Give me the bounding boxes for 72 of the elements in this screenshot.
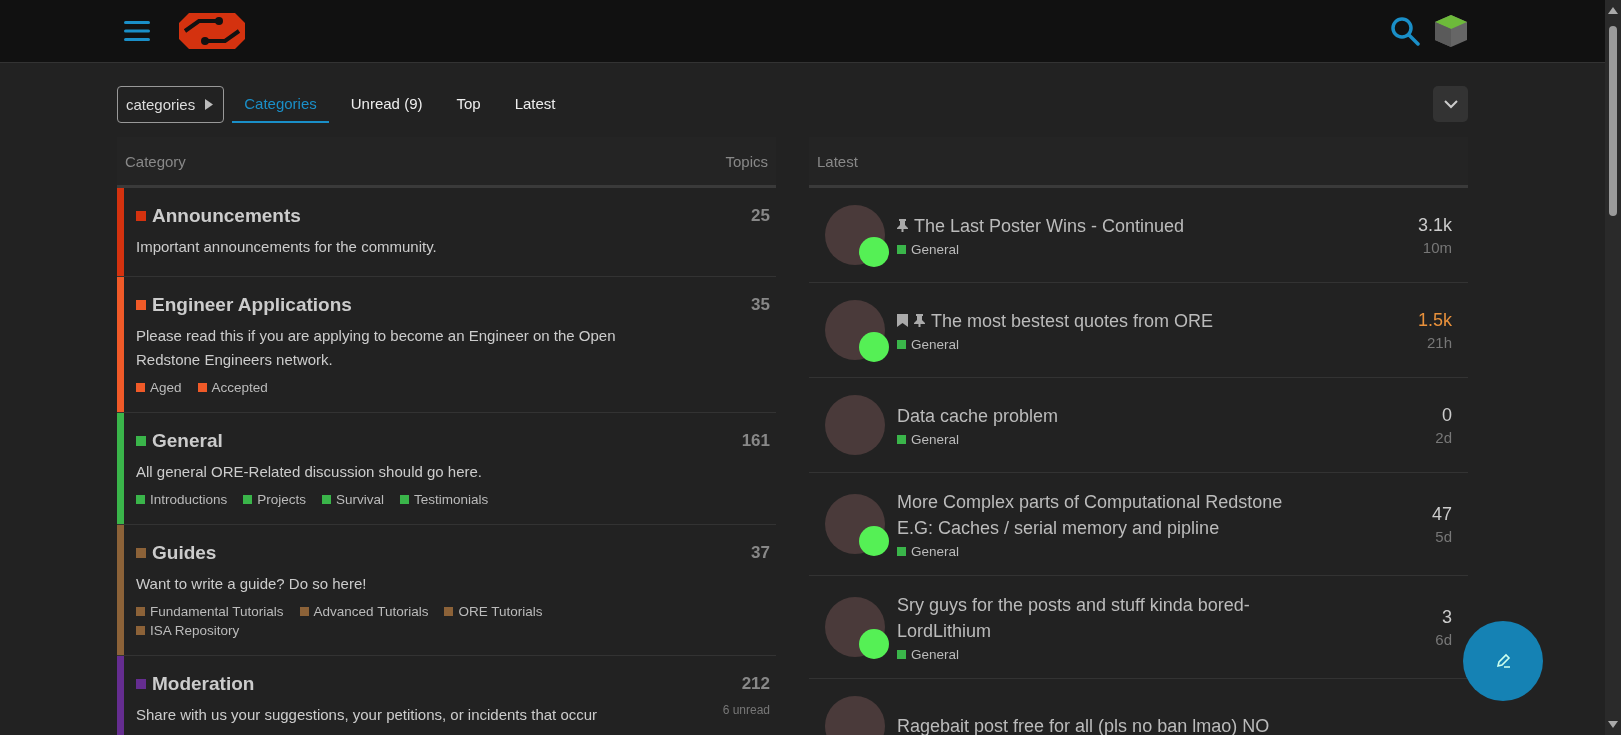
- category-title[interactable]: Engineer Applications: [152, 294, 352, 316]
- activity-time: 6d: [1435, 630, 1452, 648]
- category-link[interactable]: General: [911, 242, 960, 257]
- topic-title[interactable]: Sry guys for the posts and stuff kinda bored-LordLithium: [897, 592, 1317, 644]
- nav-tab[interactable]: Categories: [232, 85, 329, 123]
- topic-title[interactable]: Ragebait post free for all (pls no ban lmao) NO: [897, 713, 1270, 735]
- subcategory-link[interactable]: Introductions: [150, 492, 228, 507]
- reply-count: 47: [1431, 503, 1452, 525]
- category-description: All general ORE-Related discussion should go here.: [136, 462, 483, 482]
- subcategory-link[interactable]: Aged: [150, 380, 182, 395]
- column-header: Topics: [725, 152, 768, 170]
- topic-title[interactable]: Data cache problem: [897, 403, 1059, 429]
- category-title[interactable]: Guides: [152, 542, 217, 564]
- category-link[interactable]: General: [911, 647, 960, 662]
- category-title[interactable]: Announcements: [152, 205, 301, 227]
- subcategory-link[interactable]: ORE Tutorials: [458, 604, 543, 619]
- category-description: Want to write a guide? Do so here!: [136, 574, 367, 594]
- nav-tab[interactable]: Latest: [502, 85, 568, 123]
- activity-time: 2d: [1435, 428, 1452, 446]
- subcategory-link[interactable]: Survival: [336, 492, 385, 507]
- category-dropdown[interactable]: categories: [117, 85, 225, 123]
- unread-count[interactable]: 6 unread: [722, 703, 776, 717]
- topic-count: 37: [751, 543, 771, 563]
- topic-title[interactable]: The Last Poster Wins - Continued: [914, 213, 1185, 239]
- category-row[interactable]: Guides 37 Want to write a guide? Do so here! Fundamental Tutorials Advanced Tutorials ORE Tutorials ISA Repository: [117, 525, 776, 656]
- chevron-down-icon: [1443, 99, 1458, 109]
- activity-time: 21h: [1425, 333, 1452, 351]
- column-header: Latest: [817, 152, 858, 170]
- reply-count: 3.1k: [1417, 214, 1452, 236]
- scrollbar[interactable]: [1605, 0, 1621, 735]
- nav-tab[interactable]: Unread (9): [338, 85, 435, 123]
- category-description: Important announcements for the community.: [136, 237, 437, 257]
- scrollbar-thumb[interactable]: [1609, 26, 1617, 216]
- topic-title[interactable]: More Complex parts of Computational Redstone E.G: Caches / serial memory and pipline: [897, 489, 1317, 541]
- subcategory-link[interactable]: Fundamental Tutorials: [150, 604, 284, 619]
- activity-time: 10m: [1421, 238, 1452, 256]
- topic-count: 25: [751, 206, 771, 226]
- subcategory-link[interactable]: ISA Repository: [150, 623, 240, 638]
- subcategory-link[interactable]: Advanced Tutorials: [313, 604, 429, 619]
- category-row[interactable]: Engineer Applications 35 Please read this if you are applying to become an Engineer on the Open Redstone Engineers network. Aged Accepted: [117, 277, 776, 413]
- expand-button[interactable]: [1433, 86, 1468, 122]
- category-description: Share with us your suggestions, your petitions, or incidents that occur: [136, 705, 598, 725]
- topic-count: 161: [741, 431, 771, 451]
- column-header: Category: [125, 152, 186, 170]
- category-row[interactable]: Moderation 212 Share with us your suggestions, your petitions, or incidents that occur 6 unread: [117, 656, 776, 735]
- scroll-down-arrow-icon[interactable]: [1608, 721, 1618, 729]
- topic-count: 35: [751, 295, 771, 315]
- topic-title[interactable]: The most bestest quotes from ORE: [931, 308, 1214, 334]
- user-avatar-icon[interactable]: [1434, 14, 1468, 48]
- subcategory-link[interactable]: Accepted: [211, 380, 268, 395]
- category-link[interactable]: General: [911, 544, 960, 559]
- topic-count: 212: [741, 674, 771, 694]
- category-link[interactable]: General: [911, 337, 960, 352]
- menu-icon[interactable]: [124, 21, 150, 41]
- subcategory-link[interactable]: Projects: [257, 492, 307, 507]
- search-icon[interactable]: [1390, 16, 1420, 46]
- category-title[interactable]: General: [152, 430, 223, 452]
- scroll-up-arrow-icon[interactable]: [1608, 6, 1618, 14]
- subcategory-link[interactable]: Testimonials: [414, 492, 489, 507]
- reply-count: 1.5k: [1417, 309, 1452, 331]
- caret-icon: [205, 98, 214, 110]
- reply-count: 0: [1441, 404, 1452, 426]
- category-description: Please read this if you are applying to become an Engineer on the Open Redstone Engineers network.: [136, 326, 617, 370]
- category-row[interactable]: General 161 All general ORE-Related discussion should go here. Introductions Projects Survival Testimonials: [117, 413, 776, 525]
- nav-tab[interactable]: Top: [444, 85, 493, 123]
- edit-icon: [1495, 653, 1511, 669]
- category-title[interactable]: Moderation: [152, 673, 255, 695]
- reply-count: 3: [1441, 606, 1452, 628]
- category-row[interactable]: Announcements 25 Important announcements for the community.: [117, 188, 776, 277]
- category-link[interactable]: General: [911, 432, 960, 447]
- logo-icon[interactable]: [179, 13, 245, 49]
- activity-time: 5d: [1434, 527, 1452, 545]
